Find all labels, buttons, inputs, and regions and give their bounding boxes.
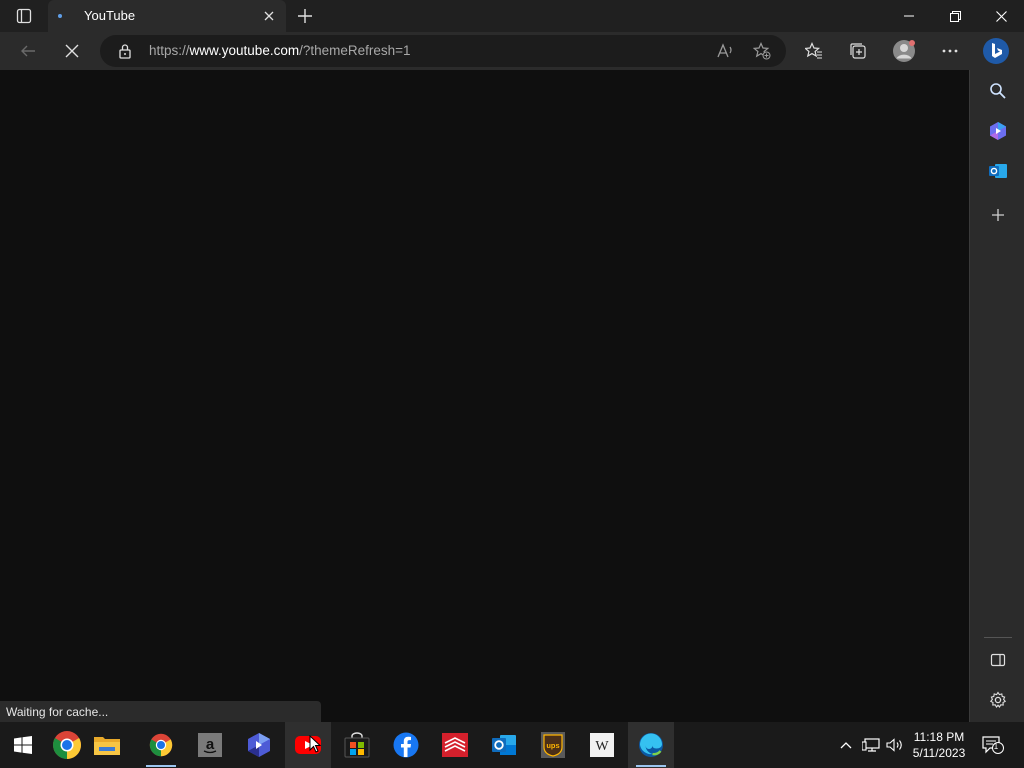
sidebar-copilot-button[interactable] — [982, 115, 1014, 147]
search-icon — [990, 83, 1006, 99]
plus-icon — [298, 9, 312, 23]
taskbar-ups-button[interactable]: ups — [530, 722, 576, 768]
edge-sidebar — [969, 70, 1024, 722]
tab-actions-button[interactable] — [8, 4, 40, 28]
taskbar-facebook-button[interactable] — [383, 722, 429, 768]
tab-strip: YouTube — [0, 0, 1024, 32]
chrome-icon — [149, 733, 173, 757]
taskbar-power-automate-button[interactable] — [236, 722, 282, 768]
wikipedia-icon: W — [590, 733, 614, 757]
status-bar: Waiting for cache... — [0, 701, 321, 722]
tab-youtube[interactable]: YouTube — [48, 0, 286, 32]
bank-of-america-icon — [442, 733, 468, 757]
outlook-icon — [989, 164, 1007, 178]
collections-button[interactable] — [842, 35, 874, 67]
profile-avatar-icon — [893, 40, 915, 62]
more-icon — [942, 49, 958, 53]
sidebar-add-button[interactable] — [982, 199, 1014, 231]
address-bar[interactable]: https://www.youtube.com/?themeRefresh=1 — [100, 35, 786, 67]
url-text[interactable]: https://www.youtube.com/?themeRefresh=1 — [149, 43, 411, 58]
favorites-icon — [805, 42, 822, 59]
more-button[interactable] — [934, 35, 966, 67]
svg-text:a: a — [206, 736, 215, 753]
taskbar-store-button[interactable] — [334, 722, 380, 768]
notification-center-button[interactable]: 1 — [978, 722, 1008, 768]
star-plus-icon[interactable] — [752, 41, 772, 61]
volume-button[interactable] — [884, 722, 906, 768]
browser-toolbar: https://www.youtube.com/?themeRefresh=1 — [0, 32, 1024, 70]
ups-icon: ups — [541, 732, 565, 758]
hide-sidebar-icon — [990, 653, 1006, 667]
profile-button[interactable] — [888, 35, 920, 67]
bing-button[interactable] — [980, 35, 1012, 67]
url-host: www.youtube.com — [189, 43, 300, 58]
minimize-icon — [904, 15, 914, 17]
taskbar-file-explorer-button[interactable] — [84, 722, 130, 768]
sidebar-outlook-button[interactable] — [982, 155, 1014, 187]
svg-text:ups: ups — [546, 741, 559, 750]
power-automate-icon — [248, 733, 270, 757]
new-tab-button[interactable] — [292, 4, 318, 28]
taskbar-bank-of-america-button[interactable] — [432, 722, 478, 768]
close-icon — [264, 11, 274, 21]
back-button[interactable] — [12, 35, 44, 67]
chevron-up-icon — [840, 742, 852, 749]
start-button[interactable] — [0, 722, 46, 768]
sidebar-settings-button[interactable] — [982, 684, 1014, 716]
running-indicator — [636, 765, 666, 767]
url-path: /?themeRefresh=1 — [299, 43, 411, 58]
show-hidden-icons-button[interactable] — [836, 722, 856, 768]
svg-text:W: W — [595, 739, 609, 754]
volume-icon — [886, 738, 902, 752]
taskbar-youtube-button[interactable] — [285, 722, 331, 768]
hide-sidebar-button[interactable] — [982, 644, 1014, 676]
collections-icon — [850, 43, 866, 59]
back-arrow-icon — [21, 45, 35, 57]
tab-actions-icon — [16, 8, 32, 24]
url-protocol: https:// — [149, 43, 190, 58]
restore-button[interactable] — [932, 0, 978, 32]
microsoft-store-icon — [344, 732, 370, 758]
tab-close-button[interactable] — [260, 7, 278, 25]
windows-logo-icon — [14, 736, 32, 754]
network-button[interactable] — [860, 722, 882, 768]
outlook-icon — [492, 735, 516, 755]
stop-loading-button[interactable] — [56, 35, 88, 67]
sidebar-divider — [984, 637, 1012, 638]
favorites-button[interactable] — [798, 35, 830, 67]
folder-icon — [94, 737, 120, 755]
edge-icon — [639, 733, 663, 757]
running-indicator — [146, 765, 176, 767]
add-icon — [992, 209, 1004, 221]
mouse-cursor-icon — [309, 735, 321, 753]
clock-time: 11:18 PM — [913, 730, 965, 744]
taskbar-edge-button[interactable] — [628, 722, 674, 768]
close-window-button[interactable] — [978, 0, 1024, 32]
taskbar-clock[interactable]: 11:18 PM 5/11/2023 — [908, 729, 970, 761]
taskbar-amazon-button[interactable]: a — [187, 722, 233, 768]
taskbar-chrome-active-button[interactable] — [138, 722, 184, 768]
chrome-icon — [53, 731, 81, 759]
sidebar-search-button[interactable] — [982, 75, 1014, 107]
network-icon — [862, 738, 880, 752]
stop-loading-icon — [65, 44, 79, 58]
read-aloud-icon[interactable] — [716, 41, 736, 61]
minimize-button[interactable] — [886, 0, 932, 32]
tab-loading-icon — [58, 14, 62, 18]
copilot-icon — [990, 122, 1006, 140]
taskbar-outlook-button[interactable] — [481, 722, 527, 768]
notification-count: 1 — [993, 742, 999, 751]
page-content — [0, 70, 969, 722]
facebook-icon — [393, 732, 419, 758]
taskbar-wikipedia-button[interactable]: W — [579, 722, 625, 768]
bing-icon — [983, 38, 1009, 64]
restore-icon — [949, 10, 961, 22]
tab-title: YouTube — [84, 8, 136, 23]
amazon-icon: a — [198, 733, 222, 757]
clock-date: 5/11/2023 — [912, 746, 966, 760]
lock-icon[interactable] — [118, 43, 132, 64]
windows-taskbar: a ups W 11:18 PM 5/11/2023 1 — [0, 722, 1024, 768]
close-window-icon — [995, 10, 1007, 22]
settings-icon — [989, 691, 1007, 708]
